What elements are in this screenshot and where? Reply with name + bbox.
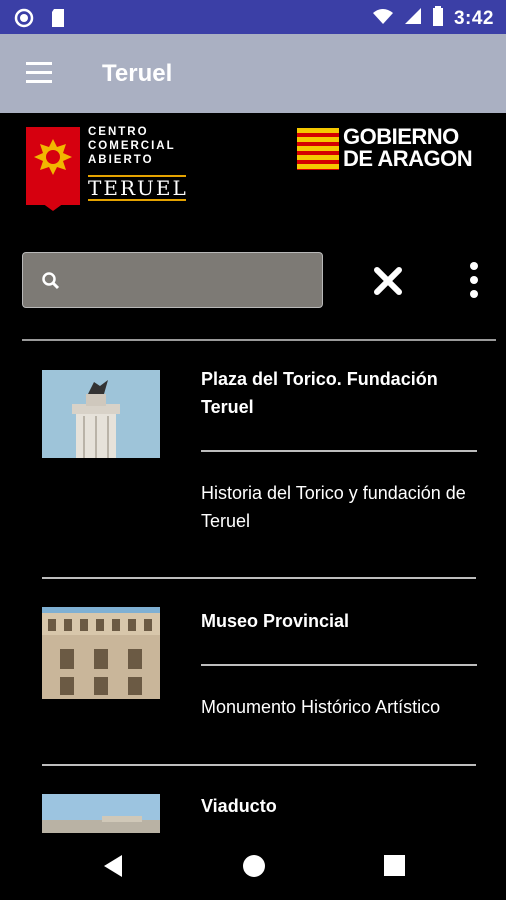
item-thumbnail bbox=[42, 370, 160, 458]
centro-comercial-abierto-logo: CENTRO COMERCIAL ABIERTO TERUEL bbox=[26, 125, 186, 211]
item-title: Plaza del Torico. Fundación Teruel bbox=[201, 369, 438, 417]
status-bar: 3:42 bbox=[0, 0, 506, 34]
battery-icon bbox=[432, 6, 444, 31]
wifi-icon bbox=[372, 7, 394, 30]
app-bar: Teruel bbox=[0, 34, 506, 113]
divider bbox=[22, 339, 496, 341]
close-icon bbox=[374, 267, 402, 295]
search-input[interactable] bbox=[73, 265, 317, 297]
aragon-logo-text: GOBIERNO DE ARAGON bbox=[343, 124, 473, 171]
item-title: Viaducto bbox=[201, 796, 277, 816]
more-options-icon[interactable] bbox=[464, 262, 486, 300]
search-icon bbox=[41, 271, 61, 296]
aragon-flag-icon bbox=[297, 128, 339, 170]
divider bbox=[42, 577, 476, 579]
clock: 3:42 bbox=[453, 7, 494, 29]
back-icon[interactable] bbox=[102, 854, 124, 883]
item-description: Monumento Histórico Artístico bbox=[201, 697, 441, 717]
clear-search-button[interactable] bbox=[370, 263, 406, 299]
cca-logo-text: CENTRO COMERCIAL ABIERTO bbox=[88, 126, 176, 166]
hamburger-menu-icon[interactable] bbox=[26, 62, 52, 84]
gobierno-de-aragon-logo: GOBIERNO DE ARAGON bbox=[297, 124, 483, 172]
item-separator bbox=[201, 664, 477, 666]
item-thumbnail bbox=[42, 607, 160, 699]
cca-logo-teruel: TERUEL bbox=[88, 175, 188, 201]
page-title: Teruel bbox=[102, 60, 173, 87]
circle-notification-icon bbox=[14, 8, 34, 33]
item-description: Historia del Torico y fundación de Terue… bbox=[201, 483, 466, 531]
home-icon[interactable] bbox=[242, 854, 266, 883]
sd-card-icon bbox=[50, 8, 66, 33]
recents-icon[interactable] bbox=[384, 855, 405, 881]
divider bbox=[42, 764, 476, 766]
teruel-shield-icon bbox=[26, 127, 80, 211]
item-separator bbox=[201, 450, 477, 452]
item-thumbnail bbox=[42, 794, 160, 833]
search-box[interactable] bbox=[22, 252, 323, 308]
item-title: Museo Provincial bbox=[201, 611, 350, 631]
signal-icon bbox=[404, 7, 422, 30]
navigation-bar bbox=[0, 833, 506, 900]
